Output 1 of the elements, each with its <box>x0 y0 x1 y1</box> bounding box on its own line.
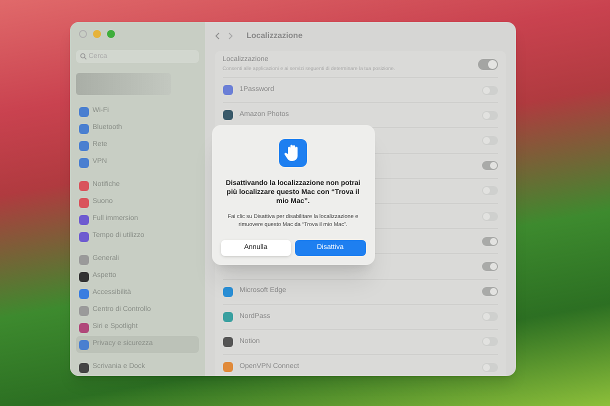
window-title: Localizzazione <box>246 30 303 42</box>
